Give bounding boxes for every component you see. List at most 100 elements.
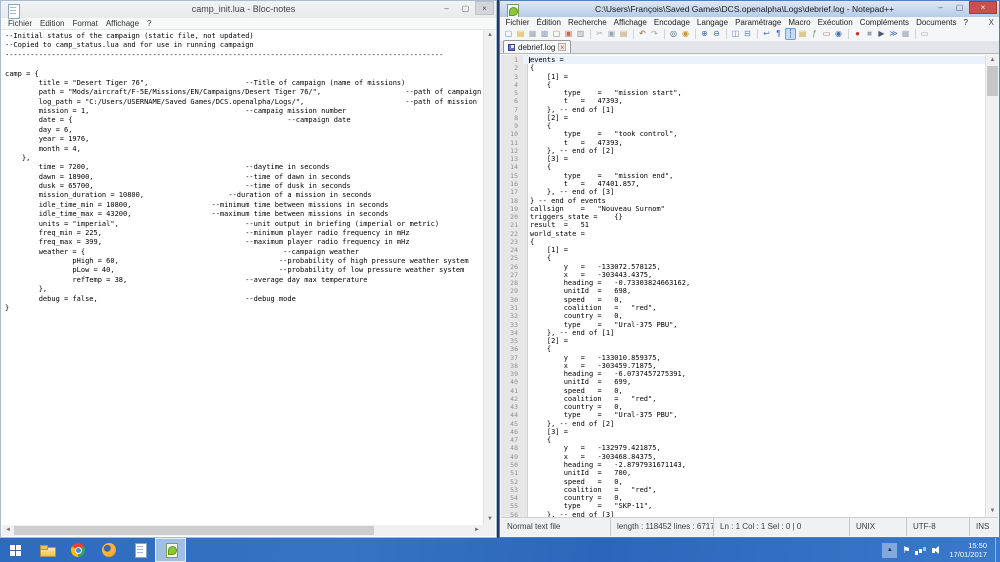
sync-vertical-icon[interactable]: ◫ [730, 28, 741, 40]
status-eol-format[interactable]: UNIX [850, 518, 907, 536]
close-button[interactable]: × [475, 1, 494, 15]
npp-menu-item[interactable]: Fichier [502, 18, 533, 27]
maximize-button[interactable]: ▢ [950, 1, 969, 14]
record-macro-icon[interactable]: ● [852, 28, 863, 40]
notepad-titlebar[interactable]: camp_init.lua - Bloc-notes – ▢ × [1, 1, 496, 19]
npp-menu-item[interactable]: Encodage [650, 18, 693, 27]
scrollbar-thumb[interactable] [987, 66, 998, 96]
zoom-out-icon[interactable]: ⊖ [711, 28, 722, 40]
close-document-icon[interactable]: X [989, 18, 994, 27]
scroll-down-icon[interactable]: ▼ [986, 506, 999, 517]
show-desktop-button[interactable] [995, 538, 1000, 562]
replace-icon[interactable]: ◉ [680, 28, 691, 40]
show-all-characters-icon[interactable]: ¶ [773, 28, 784, 40]
npp-menu-item[interactable]: Édition [533, 18, 564, 27]
minimize-button[interactable]: – [931, 1, 950, 14]
npp-titlebar[interactable]: C:\Users\François\Saved Games\DCS.openal… [500, 1, 999, 19]
npp-menu-item[interactable]: Langage [693, 18, 731, 27]
notepad-horizontal-scrollbar[interactable]: ◄ ► [2, 525, 483, 536]
launch-icon[interactable]: ▭ [919, 28, 930, 40]
view-eye-icon[interactable]: ◉ [833, 28, 844, 40]
taskbar-clock[interactable]: 15:50 17/01/2017 [949, 541, 987, 559]
status-typing-mode[interactable]: INS [970, 518, 998, 536]
code-line: weather = { --campaign weather [5, 247, 360, 256]
word-wrap-icon[interactable]: ↩ [761, 28, 772, 40]
network-icon[interactable] [915, 545, 927, 556]
firefox-button[interactable] [93, 538, 124, 562]
resize-grip [483, 525, 495, 536]
play-macro-icon[interactable]: ▶ [876, 28, 887, 40]
function-list-icon[interactable]: ƒ [809, 28, 820, 40]
code-line: 2{ [501, 64, 985, 72]
notepad-window: camp_init.lua - Bloc-notes – ▢ × Fichier… [0, 0, 497, 538]
save-all-icon[interactable]: ▩ [539, 28, 550, 40]
npp-menu-item[interactable]: Documents [913, 18, 960, 27]
notepad-menu-item[interactable]: Format [68, 19, 101, 28]
npp-menu-item[interactable]: Macro [785, 18, 814, 27]
scroll-left-icon[interactable]: ◄ [2, 525, 14, 536]
run-macro-multiple-icon[interactable]: ≫ [888, 28, 899, 40]
zoom-in-icon[interactable]: ⊕ [699, 28, 710, 40]
close-all-docs-icon[interactable]: ▣ [563, 28, 574, 40]
code-line: mission = 1, --campaig mission number [5, 107, 347, 115]
npp-menu-item[interactable]: Exécution [814, 18, 856, 27]
indent-guide-icon[interactable]: ┆ [785, 28, 796, 40]
file-explorer-button[interactable] [31, 538, 62, 562]
save-macro-icon[interactable]: ▦ [900, 28, 911, 40]
save-icon[interactable]: ▦ [527, 28, 538, 40]
open-folder-icon[interactable]: ▤ [515, 28, 526, 40]
npp-vertical-scrollbar[interactable]: ▲ ▼ [985, 55, 998, 517]
line-number: 36 [510, 345, 518, 354]
chrome-button[interactable] [62, 538, 93, 562]
scroll-up-icon[interactable]: ▲ [484, 30, 496, 41]
status-doc-type: Normal text file [501, 518, 611, 536]
notepad-button[interactable] [124, 538, 155, 562]
notepad-vertical-scrollbar[interactable]: ▲ ▼ [483, 30, 495, 525]
copy-icon[interactable]: ▣ [606, 28, 617, 40]
undo-icon[interactable]: ↶ [637, 28, 648, 40]
notepad-text-area[interactable]: --Initial status of the campaign (static… [2, 30, 483, 525]
notepad-menu-item[interactable]: Edition [36, 19, 68, 28]
npp-menu-item[interactable]: Compléments [856, 18, 912, 27]
start-button[interactable] [0, 538, 31, 562]
status-encoding[interactable]: UTF-8 [907, 518, 970, 536]
notepad-menu-item[interactable]: Fichier [4, 19, 36, 28]
scroll-right-icon[interactable]: ► [471, 525, 483, 536]
scroll-up-icon[interactable]: ▲ [986, 55, 999, 66]
code-line: date = { --campaign date [5, 116, 351, 125]
hidden-icons-button[interactable]: ▲ [882, 542, 898, 558]
close-button[interactable]: × [969, 1, 997, 14]
scroll-down-icon[interactable]: ▼ [484, 514, 496, 525]
line-number: 41 [510, 386, 518, 395]
npp-menu-item[interactable]: Affichage [610, 18, 650, 27]
maximize-button[interactable]: ▢ [456, 1, 475, 15]
notepad-menu-item[interactable]: ? [143, 19, 155, 28]
line-number: 46 [510, 427, 518, 436]
tab-close-icon[interactable]: × [558, 43, 567, 52]
action-center-flag-icon[interactable]: ⚑ [902, 545, 910, 556]
notepad-plus-plus-button[interactable] [155, 538, 186, 562]
monitoring-icon[interactable]: ▭ [821, 28, 832, 40]
print-icon[interactable]: ▥ [575, 28, 586, 40]
npp-editor-area[interactable]: 1 events = 2{ 3 [1] = 4 { 5 type = "missi… [501, 55, 985, 517]
notepad-menu-item[interactable]: Affichage [102, 19, 143, 28]
document-map-icon[interactable]: ▤ [797, 28, 808, 40]
volume-icon[interactable] [932, 545, 943, 556]
npp-menu-item[interactable]: Recherche [564, 18, 610, 27]
tab-debrief-log[interactable]: debrief.log × [503, 40, 572, 53]
sync-horizontal-icon[interactable]: ⊟ [742, 28, 753, 40]
scrollbar-thumb[interactable] [14, 526, 374, 535]
redo-icon[interactable]: ↷ [649, 28, 660, 40]
find-icon[interactable]: ◎ [668, 28, 679, 40]
paste-icon[interactable]: ▤ [618, 28, 629, 40]
close-doc-icon[interactable]: ▢ [551, 28, 562, 40]
toolbar-separator [590, 29, 591, 39]
npp-menu-item[interactable]: ? [960, 18, 971, 27]
new-file-icon[interactable]: ▢ [503, 28, 514, 40]
cut-icon[interactable]: ✂ [594, 28, 605, 40]
minimize-button[interactable]: – [437, 1, 456, 15]
line-number: 12 [510, 146, 518, 155]
npp-menu-item[interactable]: Paramétrage [732, 18, 785, 27]
stop-macro-icon[interactable]: ■ [864, 28, 875, 40]
